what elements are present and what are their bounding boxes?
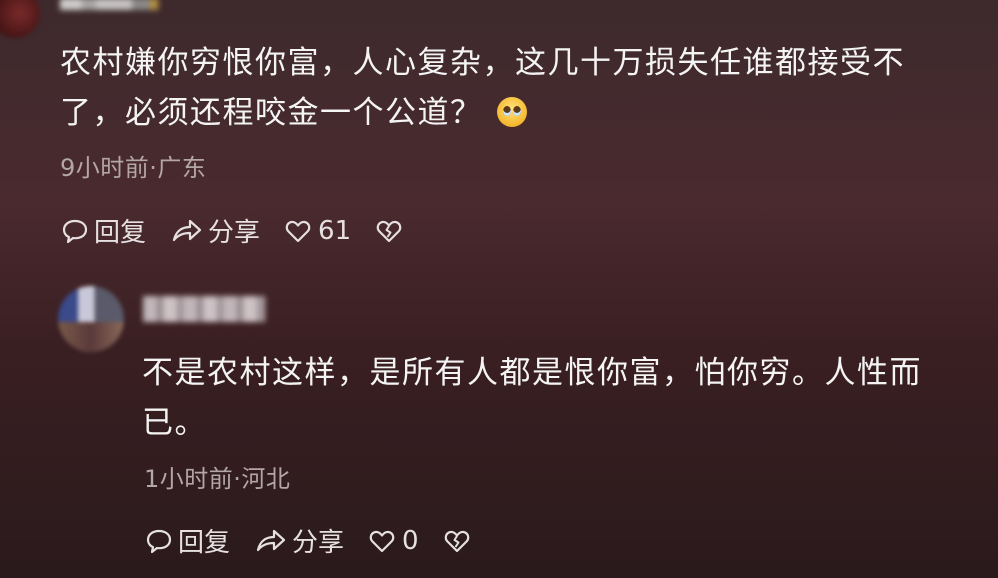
- heart-icon: [369, 530, 395, 552]
- comment-text-line: 农村嫌你穷恨你富，人心复杂，这几十万损失任谁都接受不: [60, 45, 905, 81]
- share-label: 分享: [292, 528, 345, 558]
- share-label: 分享: [208, 218, 261, 248]
- comment-text-line: 了，必须还程咬金一个公道？: [60, 88, 905, 138]
- username-blurred[interactable]: [143, 296, 265, 322]
- heart-icon: [285, 220, 311, 242]
- crying-face-emoji-icon: [496, 97, 527, 127]
- like-button[interactable]: 0: [368, 526, 419, 556]
- comment-text-line: 不是农村这样，是所有人都是恨你富，怕你穷。人性而: [142, 355, 922, 391]
- comment-actions: 回复 分享 61: [60, 212, 431, 249]
- reply-label: 回复: [178, 528, 231, 558]
- reply-label: 回复: [94, 218, 147, 248]
- reply-button[interactable]: 回复: [144, 522, 230, 559]
- like-count: 61: [318, 215, 352, 246]
- comment-text-line: 已。: [142, 405, 207, 441]
- share-button[interactable]: 分享: [254, 522, 344, 559]
- username-blurred[interactable]: [60, 0, 180, 10]
- comment-text: 不是农村这样，是所有人都是恨你富，怕你穷。人性而 已。: [142, 348, 922, 448]
- share-arrow-icon: [172, 219, 202, 241]
- dislike-button[interactable]: [443, 527, 475, 555]
- comment-meta: 9小时前·广东: [60, 154, 207, 182]
- speech-bubble-icon: [62, 219, 88, 243]
- comment-actions: 回复 分享 0: [144, 522, 499, 559]
- share-button[interactable]: 分享: [170, 212, 260, 249]
- broken-heart-icon: [376, 220, 402, 242]
- avatar[interactable]: [58, 286, 124, 352]
- speech-bubble-icon: [146, 529, 172, 553]
- avatar[interactable]: [0, 0, 40, 38]
- dislike-button[interactable]: [375, 217, 407, 245]
- like-button[interactable]: 61: [284, 216, 351, 246]
- comment-text-line-content: 了，必须还程咬金一个公道？: [60, 95, 483, 131]
- like-count: 0: [402, 525, 419, 556]
- reply-button[interactable]: 回复: [60, 212, 146, 249]
- comment-text: 农村嫌你穷恨你富，人心复杂，这几十万损失任谁都接受不 了，必须还程咬金一个公道？: [60, 38, 905, 138]
- share-arrow-icon: [256, 529, 286, 551]
- broken-heart-icon: [444, 530, 469, 552]
- comment-meta: 1小时前·河北: [144, 465, 291, 493]
